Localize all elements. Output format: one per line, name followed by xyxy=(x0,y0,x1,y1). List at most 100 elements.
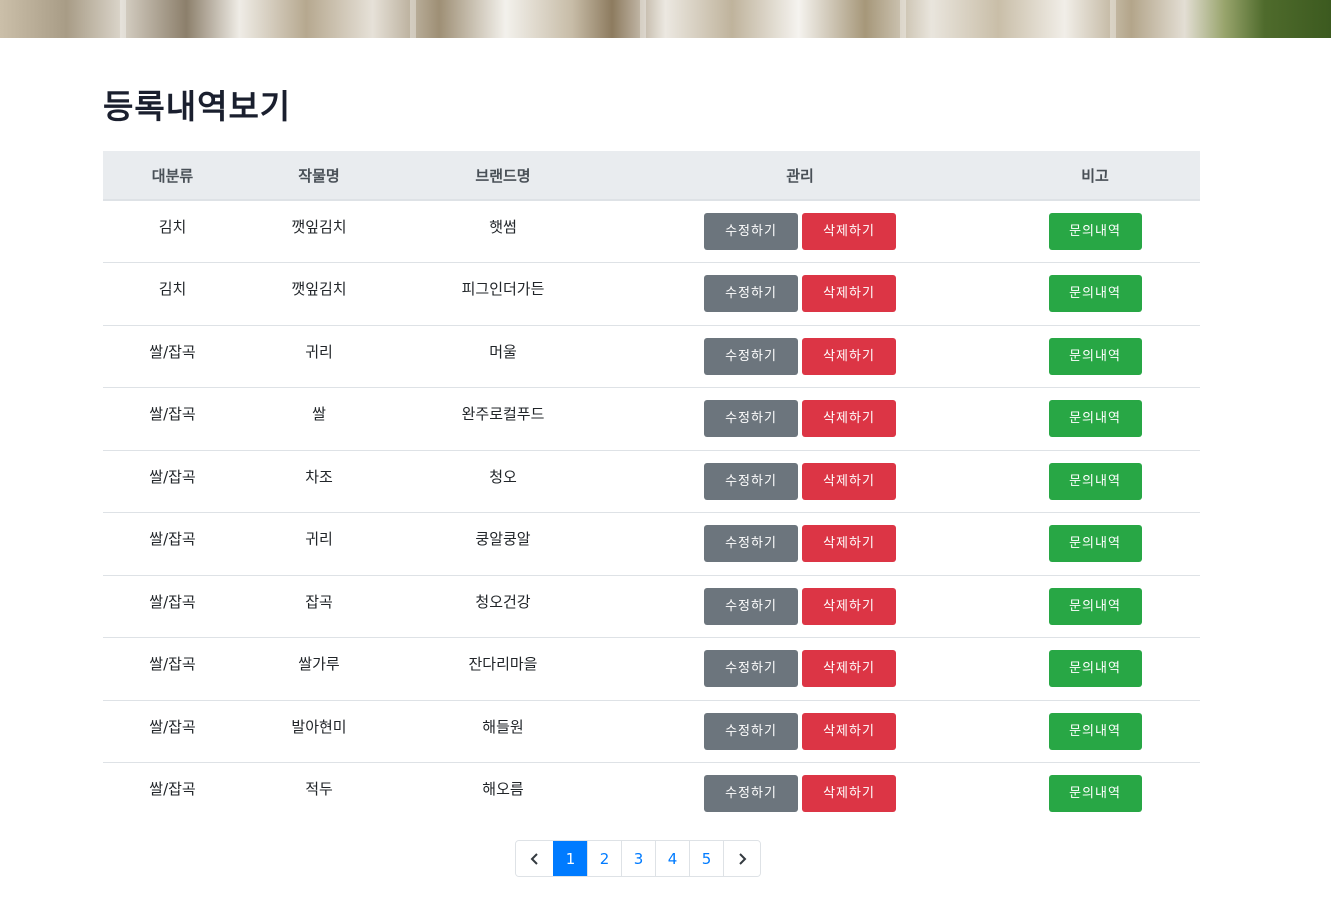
cell-note: 문의내역 xyxy=(990,700,1200,763)
table-row: 쌀/잡곡 발아현미 해들원 수정하기 삭제하기 문의내역 xyxy=(103,700,1200,763)
cell-crop: 차조 xyxy=(305,467,333,486)
cell-note: 문의내역 xyxy=(990,763,1200,826)
inquiry-button[interactable]: 문의내역 xyxy=(1048,775,1142,812)
delete-button[interactable]: 삭제하기 xyxy=(802,525,896,562)
inquiry-button[interactable]: 문의내역 xyxy=(1048,650,1142,687)
inquiry-button[interactable]: 문의내역 xyxy=(1048,275,1142,312)
cell-brand: 해들원 xyxy=(482,717,524,736)
registration-table: 대분류 작물명 브랜드명 관리 비고 김치 깻잎김치 햇썸 수정하기 삭제하기 문의내역 김… xyxy=(103,151,1200,825)
banner-texture xyxy=(410,0,416,38)
cell-brand: 햇썸 xyxy=(489,218,517,236)
cell-note: 문의내역 xyxy=(990,575,1200,638)
cell-brand: 청오 xyxy=(489,467,517,486)
cell-category: 쌀/잡곡 xyxy=(149,405,196,423)
cell-note: 문의내역 xyxy=(990,513,1200,576)
cell-crop: 귀리 xyxy=(305,342,333,361)
page-title: 등록내역보기 xyxy=(103,87,292,126)
page-3-button[interactable]: 3 xyxy=(621,841,655,876)
cell-brand: 잔다리마을 xyxy=(468,655,538,673)
edit-button[interactable]: 수정하기 xyxy=(704,775,798,812)
chevron-right-icon xyxy=(739,852,747,865)
cell-category: 김치 xyxy=(158,218,187,236)
cell-note: 문의내역 xyxy=(990,388,1200,451)
delete-button[interactable]: 삭제하기 xyxy=(802,775,896,812)
cell-crop: 쌀 xyxy=(312,405,326,423)
cell-note: 문의내역 xyxy=(990,450,1200,513)
cell-category: 쌀/잡곡 xyxy=(149,342,196,361)
page-1-button[interactable]: 1 xyxy=(553,841,587,876)
cell-note: 문의내역 xyxy=(990,200,1200,263)
banner-texture xyxy=(120,0,126,38)
edit-button[interactable]: 수정하기 xyxy=(704,525,798,562)
header-note: 비고 xyxy=(990,151,1200,201)
edit-button[interactable]: 수정하기 xyxy=(704,712,798,750)
table-header-row: 대분류 작물명 브랜드명 관리 비고 xyxy=(103,151,1200,201)
page-4-button[interactable]: 4 xyxy=(655,841,689,876)
cell-category: 쌀/잡곡 xyxy=(149,530,196,548)
inquiry-button[interactable]: 문의내역 xyxy=(1048,213,1142,250)
delete-button[interactable]: 삭제하기 xyxy=(802,462,896,500)
inquiry-button[interactable]: 문의내역 xyxy=(1048,400,1142,437)
delete-button[interactable]: 삭제하기 xyxy=(802,650,896,687)
cell-brand: 청오건강 xyxy=(475,592,531,611)
chevron-left-icon xyxy=(530,852,538,865)
delete-button[interactable]: 삭제하기 xyxy=(802,213,896,250)
banner-texture xyxy=(900,0,906,38)
edit-button[interactable]: 수정하기 xyxy=(704,275,798,312)
delete-button[interactable]: 삭제하기 xyxy=(802,400,896,437)
cell-brand: 머울 xyxy=(489,342,517,361)
cell-note: 문의내역 xyxy=(990,325,1200,388)
delete-button[interactable]: 삭제하기 xyxy=(802,712,896,750)
edit-button[interactable]: 수정하기 xyxy=(704,400,798,437)
edit-button[interactable]: 수정하기 xyxy=(704,587,798,625)
edit-button[interactable]: 수정하기 xyxy=(704,213,798,250)
table-row: 쌀/잡곡 쌀 완주로컬푸드 수정하기 삭제하기 문의내역 xyxy=(103,387,1200,451)
header-banner-image xyxy=(0,0,1331,38)
cell-brand: 피그인더가든 xyxy=(461,280,545,298)
header-crop: 작물명 xyxy=(242,151,396,201)
edit-button[interactable]: 수정하기 xyxy=(704,650,798,687)
table-row: 쌀/잡곡 귀리 머울 수정하기 삭제하기 문의내역 xyxy=(103,325,1200,388)
cell-crop: 발아현미 xyxy=(291,717,347,736)
cell-category: 쌀/잡곡 xyxy=(149,467,196,486)
delete-button[interactable]: 삭제하기 xyxy=(802,337,896,375)
delete-button[interactable]: 삭제하기 xyxy=(802,275,896,312)
cell-manage: 수정하기 삭제하기 xyxy=(610,638,990,701)
cell-crop: 귀리 xyxy=(305,530,333,548)
cell-category: 쌀/잡곡 xyxy=(149,655,196,673)
inquiry-button[interactable]: 문의내역 xyxy=(1048,712,1142,750)
cell-crop: 잡곡 xyxy=(305,592,333,611)
cell-manage: 수정하기 삭제하기 xyxy=(610,388,990,451)
inquiry-button[interactable]: 문의내역 xyxy=(1048,587,1142,625)
inquiry-button[interactable]: 문의내역 xyxy=(1048,525,1142,562)
cell-manage: 수정하기 삭제하기 xyxy=(610,700,990,763)
edit-button[interactable]: 수정하기 xyxy=(704,462,798,500)
cell-manage: 수정하기 삭제하기 xyxy=(610,763,990,826)
cell-crop: 깻잎김치 xyxy=(291,280,347,298)
header-category: 대분류 xyxy=(103,151,242,201)
cell-note: 문의내역 xyxy=(990,638,1200,701)
table-row: 쌀/잡곡 차조 청오 수정하기 삭제하기 문의내역 xyxy=(103,450,1200,513)
inquiry-button[interactable]: 문의내역 xyxy=(1048,462,1142,500)
cell-manage: 수정하기 삭제하기 xyxy=(610,200,990,263)
cell-brand: 해오름 xyxy=(482,780,524,798)
cell-brand: 완주로컬푸드 xyxy=(461,405,545,423)
cell-category: 김치 xyxy=(158,280,187,298)
cell-category: 쌀/잡곡 xyxy=(149,717,196,736)
table-row: 쌀/잡곡 귀리 쿵알쿵알 수정하기 삭제하기 문의내역 xyxy=(103,512,1200,576)
edit-button[interactable]: 수정하기 xyxy=(704,337,798,375)
table-row: 쌀/잡곡 적두 해오름 수정하기 삭제하기 문의내역 xyxy=(103,762,1200,826)
cell-manage: 수정하기 삭제하기 xyxy=(610,325,990,388)
prev-page-button[interactable] xyxy=(516,841,553,876)
cell-manage: 수정하기 삭제하기 xyxy=(610,575,990,638)
table-body: 김치 깻잎김치 햇썸 수정하기 삭제하기 문의내역 김치 깻잎김치 피그인더가든 수정하기 삭제하기… xyxy=(103,200,1200,825)
inquiry-button[interactable]: 문의내역 xyxy=(1048,337,1142,375)
cell-manage: 수정하기 삭제하기 xyxy=(610,263,990,326)
cell-manage: 수정하기 삭제하기 xyxy=(610,450,990,513)
next-page-button[interactable] xyxy=(723,841,760,876)
page-2-button[interactable]: 2 xyxy=(587,841,621,876)
page-5-button[interactable]: 5 xyxy=(689,841,723,876)
cell-brand: 쿵알쿵알 xyxy=(475,530,531,548)
cell-crop: 적두 xyxy=(305,780,333,798)
delete-button[interactable]: 삭제하기 xyxy=(802,587,896,625)
